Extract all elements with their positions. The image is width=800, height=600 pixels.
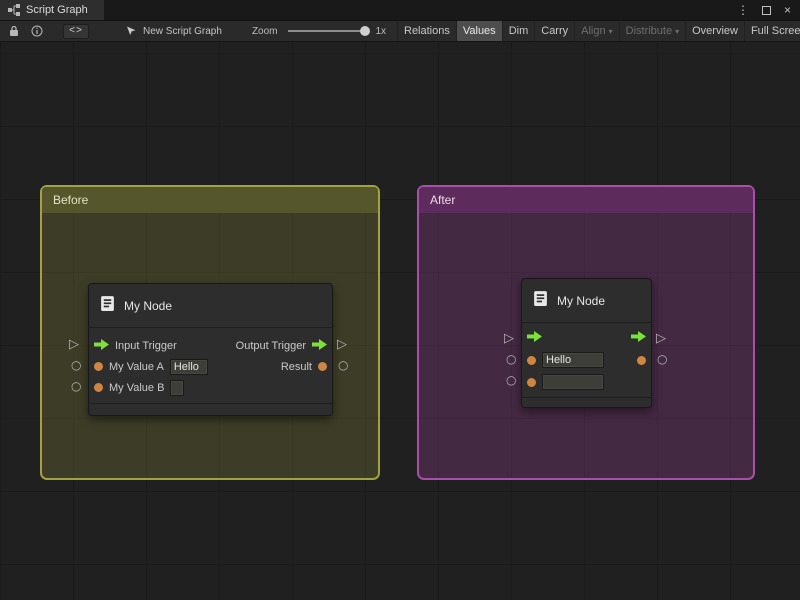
external-value-port[interactable]: ○ xyxy=(71,359,81,371)
group-after-title: After xyxy=(430,193,455,207)
external-value-port[interactable]: ○ xyxy=(657,353,667,365)
tab-script-graph[interactable]: Script Graph xyxy=(0,0,104,20)
input-trigger-label: Input Trigger xyxy=(115,340,177,352)
group-before-header[interactable]: Before xyxy=(42,187,378,213)
graph-canvas[interactable]: Before After My Node xyxy=(0,42,800,600)
info-icon[interactable] xyxy=(31,25,43,37)
node-title: My Node xyxy=(557,294,605,308)
node-icon xyxy=(99,295,116,317)
maximize-icon[interactable] xyxy=(762,6,771,15)
distribute-label: Distribute xyxy=(626,25,672,37)
distribute-button: Distribute ▾ xyxy=(619,21,685,41)
node-ports: Input Trigger Output Trigger My Value A … xyxy=(89,328,332,403)
value-b-row: My Value B xyxy=(89,377,332,398)
code-preview-button[interactable]: <> xyxy=(63,24,89,39)
carry-button[interactable]: Carry xyxy=(534,21,574,41)
lock-icon[interactable] xyxy=(9,25,19,37)
output-trigger-label: Output Trigger xyxy=(236,340,306,352)
window-menu-icon[interactable]: ⋮ xyxy=(737,3,749,17)
value-b-input[interactable] xyxy=(170,380,184,396)
value-port-icon[interactable] xyxy=(318,362,327,371)
external-value-port[interactable]: ○ xyxy=(506,374,516,386)
external-value-port[interactable]: ○ xyxy=(71,380,81,392)
node-my-node-after[interactable]: My Node xyxy=(521,278,652,408)
external-value-port[interactable]: ○ xyxy=(338,359,348,371)
graph-pointer-icon xyxy=(125,25,137,37)
value-port-icon[interactable] xyxy=(637,356,646,365)
value-b-input[interactable] xyxy=(542,374,604,390)
graph-toolbar: <> New Script Graph Zoom 1x Relations Va… xyxy=(0,20,800,42)
external-trigger-port[interactable]: ▷ xyxy=(69,338,79,351)
node-icon xyxy=(532,290,549,312)
node-ports xyxy=(522,323,651,397)
trigger-row: Input Trigger Output Trigger xyxy=(89,335,332,356)
value-b-label: My Value B xyxy=(109,382,164,394)
zoom-label: Zoom xyxy=(252,26,278,37)
trigger-row xyxy=(522,327,651,349)
node-footer xyxy=(89,403,332,415)
zoom-slider-handle[interactable] xyxy=(360,26,370,36)
external-value-port[interactable]: ○ xyxy=(506,353,516,365)
script-graph-icon xyxy=(8,4,20,16)
value-port-icon[interactable] xyxy=(94,362,103,371)
relations-button[interactable]: Relations xyxy=(397,21,456,41)
group-after-header[interactable]: After xyxy=(419,187,753,213)
chevron-down-icon: ▾ xyxy=(675,27,679,36)
align-button: Align ▾ xyxy=(574,21,618,41)
align-label: Align xyxy=(581,25,605,37)
value-port-icon[interactable] xyxy=(94,383,103,392)
value-a-row xyxy=(522,349,651,371)
external-trigger-port[interactable]: ▷ xyxy=(656,332,666,345)
output-trigger-port-icon[interactable] xyxy=(312,337,327,355)
zoom-slider[interactable] xyxy=(288,30,366,32)
node-header[interactable]: My Node xyxy=(89,284,332,328)
chevron-down-icon: ▾ xyxy=(609,27,613,36)
value-a-input[interactable] xyxy=(542,352,604,368)
window-controls: ⋮ × xyxy=(737,0,800,20)
graph-title: New Script Graph xyxy=(143,26,222,37)
zoom-value: 1x xyxy=(376,26,387,37)
node-my-node-before[interactable]: My Node Input Trigger Output Trigger xyxy=(88,283,333,416)
output-trigger-port-icon[interactable] xyxy=(631,329,646,347)
node-footer xyxy=(522,397,651,407)
group-before-title: Before xyxy=(53,193,88,207)
value-a-input[interactable] xyxy=(170,359,208,375)
fullscreen-button[interactable]: Full Screen xyxy=(744,21,800,41)
value-a-label: My Value A xyxy=(109,361,164,373)
input-trigger-port-icon[interactable] xyxy=(527,329,542,347)
toolbar-buttons: Relations Values Dim Carry Align ▾ Distr… xyxy=(397,21,800,41)
tab-title: Script Graph xyxy=(26,4,88,16)
close-icon[interactable]: × xyxy=(784,3,791,17)
node-title: My Node xyxy=(124,299,172,313)
dim-button[interactable]: Dim xyxy=(502,21,535,41)
node-header[interactable]: My Node xyxy=(522,279,651,323)
input-trigger-port-icon[interactable] xyxy=(94,337,109,355)
window-tab-bar: Script Graph ⋮ × xyxy=(0,0,800,20)
value-b-row xyxy=(522,371,651,393)
overview-button[interactable]: Overview xyxy=(685,21,744,41)
value-port-icon[interactable] xyxy=(527,378,536,387)
values-button[interactable]: Values xyxy=(456,21,502,41)
external-trigger-port[interactable]: ▷ xyxy=(504,332,514,345)
result-label: Result xyxy=(281,361,312,373)
toolbar-left: <> New Script Graph Zoom 1x xyxy=(0,21,386,41)
external-trigger-port[interactable]: ▷ xyxy=(337,338,347,351)
value-a-row: My Value A Result xyxy=(89,356,332,377)
value-port-icon[interactable] xyxy=(527,356,536,365)
